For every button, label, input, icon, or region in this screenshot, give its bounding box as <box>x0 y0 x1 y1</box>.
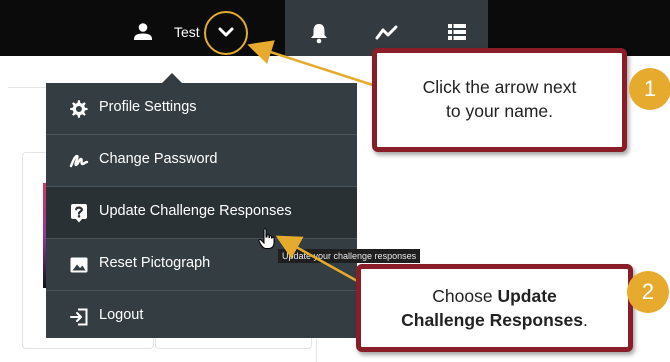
callout-text: . <box>583 310 588 330</box>
callout-text: Click the arrow next <box>422 77 577 97</box>
callout-text-bold: Challenge Responses <box>401 310 583 330</box>
callout-text-line: Challenge Responses. <box>361 308 628 332</box>
callout-text-line: Choose Update <box>361 284 628 308</box>
pointer-arrow <box>247 40 383 90</box>
step-badge: 1 <box>629 68 670 110</box>
callout-step-1: Click the arrow next to your name. <box>372 48 627 152</box>
pointer-arrow <box>275 235 369 289</box>
callout-text-bold: Update <box>497 286 557 306</box>
callout-text: Choose <box>432 286 498 306</box>
callout-text: to your name. <box>446 101 553 121</box>
step-badge: 2 <box>627 271 669 313</box>
callout-step-2: Choose Update Challenge Responses. <box>356 264 633 352</box>
